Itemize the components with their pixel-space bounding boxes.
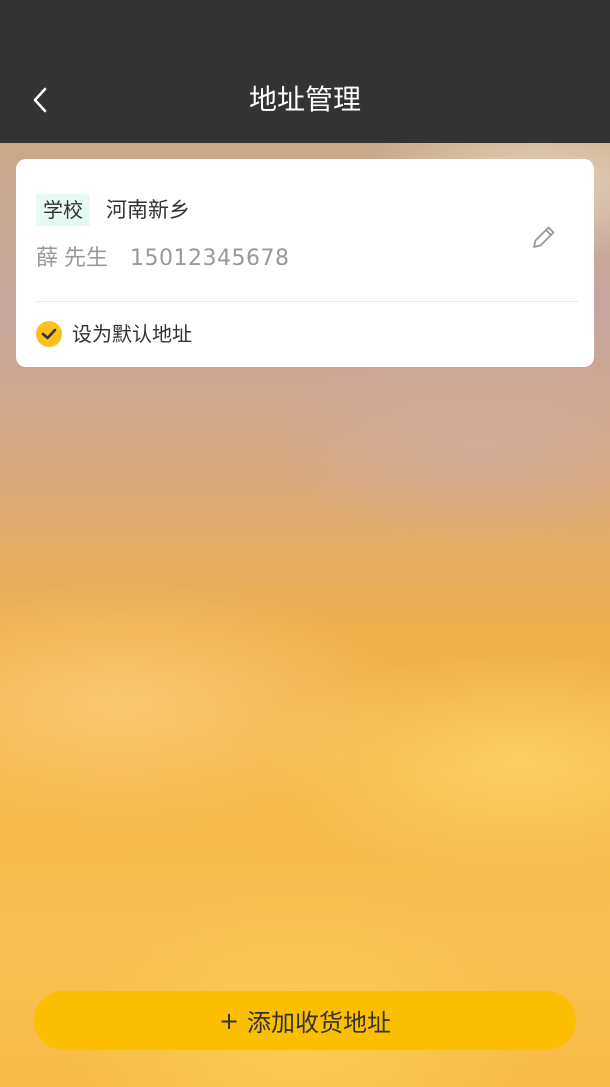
card-divider <box>36 301 578 302</box>
address-card[interactable]: 学校 河南新乡 薛先生 15012345678 设为默认地址 <box>16 159 594 367</box>
contact-info: 薛先生 15012345678 <box>36 243 290 275</box>
edit-address-button[interactable] <box>526 219 562 255</box>
address-text: 河南新乡 <box>106 198 190 222</box>
pencil-icon <box>533 226 555 248</box>
add-address-button[interactable]: + 添加收货地址 <box>34 991 576 1050</box>
set-default-toggle[interactable]: 设为默认地址 <box>36 319 192 349</box>
page-title: 地址管理 <box>248 83 361 116</box>
set-default-label: 设为默认地址 <box>72 322 192 346</box>
address-tag: 学校 <box>36 194 90 226</box>
add-address-label: 添加收货地址 <box>247 1009 392 1037</box>
check-icon <box>36 321 62 347</box>
contact-title: 先生 <box>64 246 109 271</box>
contact-name: 薛 <box>36 246 59 271</box>
contact-phone: 15012345678 <box>130 246 290 271</box>
top-header: 地址管理 <box>0 0 610 143</box>
plus-icon: + <box>218 1006 240 1035</box>
